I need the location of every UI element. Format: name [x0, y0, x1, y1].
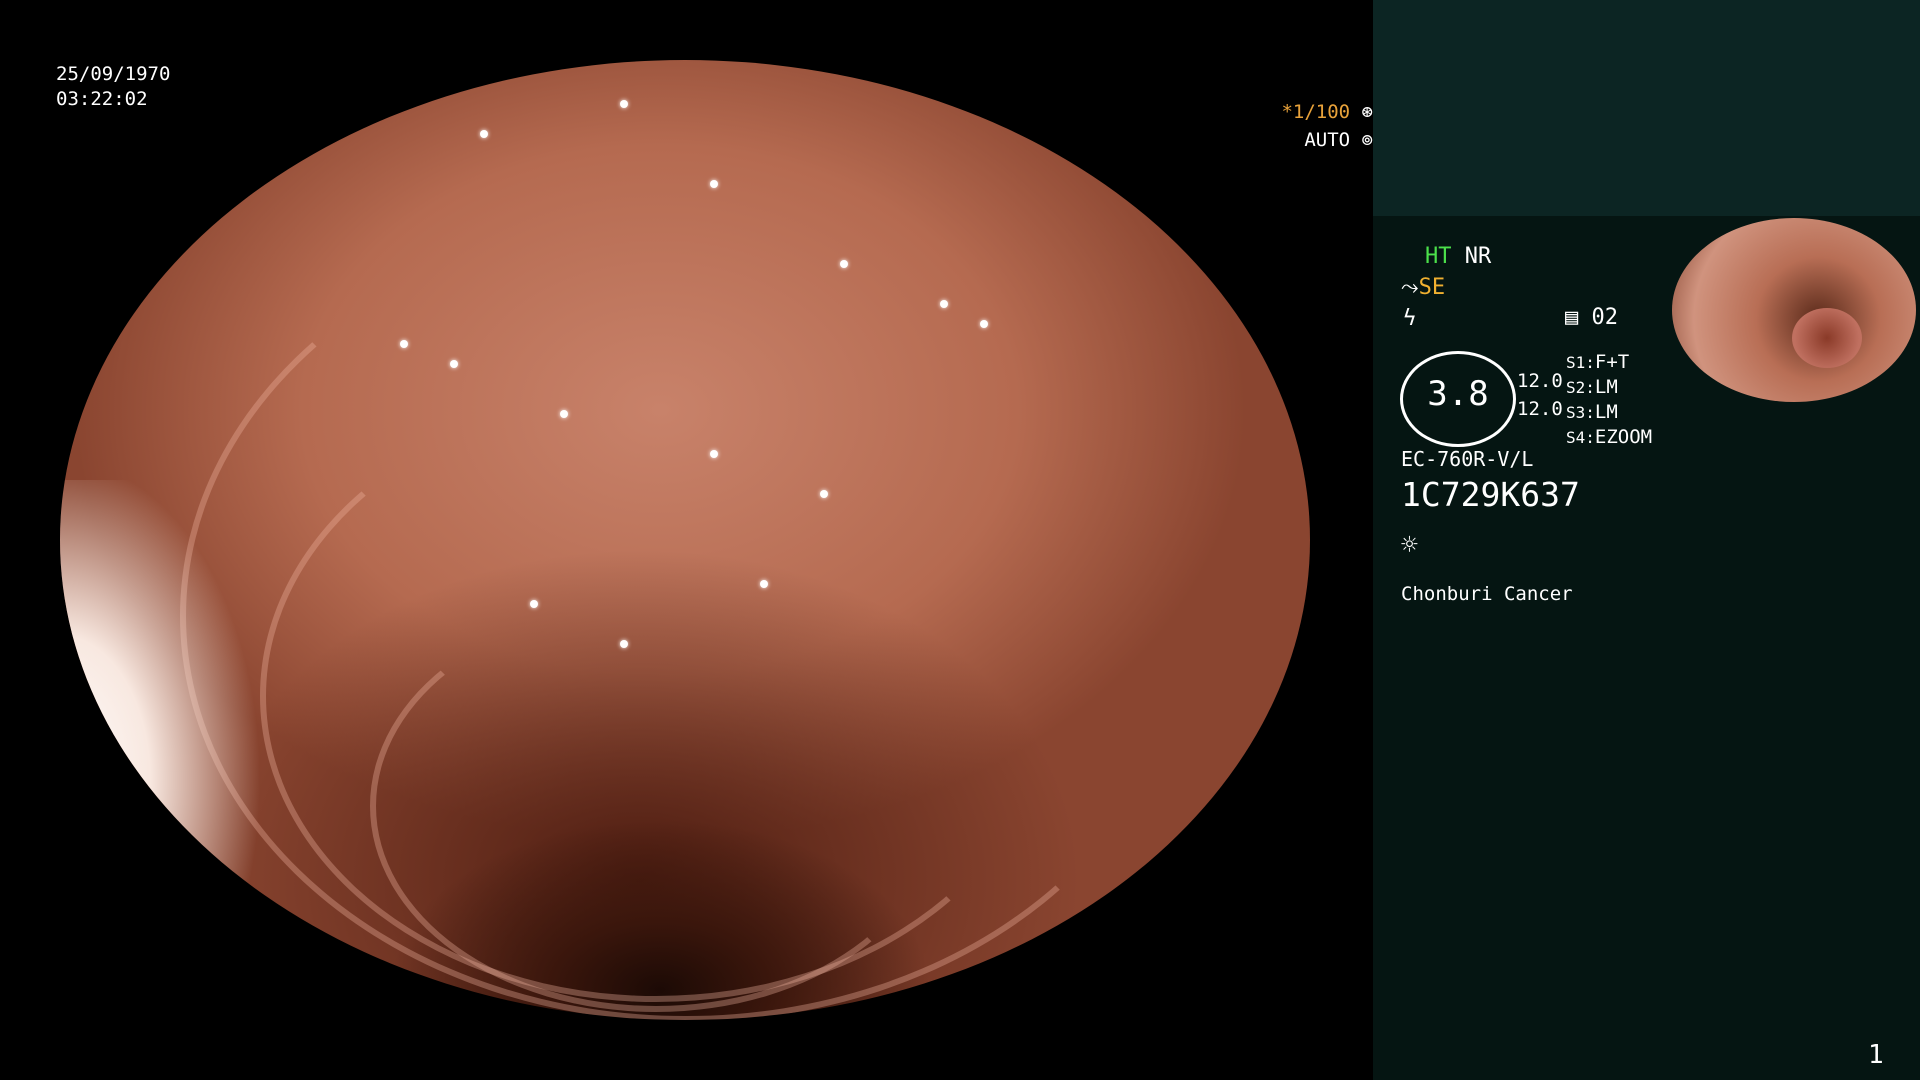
light-icon: ☼ — [1401, 528, 1418, 561]
memory-icon: ▤ — [1565, 305, 1579, 330]
endoscopic-image — [60, 60, 1310, 1020]
switch-value: F+T — [1594, 351, 1630, 373]
nr-label: NR — [1464, 244, 1492, 269]
endoscope-view: 25/09/1970 03:22:02 *1/100 ⊛ AUTO ⊚ — [0, 0, 1373, 1080]
info-panel — [1373, 0, 1920, 1080]
iris-icon: ⊚ — [1361, 129, 1373, 151]
ht-label: HT — [1425, 244, 1452, 269]
light-glare — [60, 480, 360, 1000]
lightning-icon: ϟ — [1403, 306, 1417, 331]
switch-list: S1:F+T S2:LM S3:LM S4:EZOOM — [1566, 350, 1652, 450]
value-1: 12.0 — [1517, 370, 1563, 392]
date-text: 25/09/1970 — [56, 63, 171, 85]
thumbnail-preview[interactable] — [1670, 216, 1920, 402]
value-2: 12.0 — [1517, 398, 1563, 420]
switch-value: LM — [1594, 401, 1618, 423]
panel-header — [1373, 0, 1920, 216]
counter-value: 02 — [1591, 305, 1619, 330]
page-number: 1 — [1868, 1040, 1884, 1070]
switch-key: S3: — [1566, 403, 1595, 422]
thumbnail-image — [1672, 218, 1916, 402]
scope-model: EC-760R-V/L — [1401, 447, 1534, 471]
counter-indicator: ▤ 02 — [1565, 305, 1618, 330]
exposure-info: *1/100 ⊛ AUTO ⊚ — [53, 98, 1373, 154]
shutter-text: *1/100 — [1281, 101, 1351, 123]
switch-value: LM — [1594, 376, 1618, 398]
aperture-icon: ⊛ — [1361, 101, 1373, 123]
scope-serial: 1C729K637 — [1401, 475, 1580, 514]
switch-key: S2: — [1566, 378, 1595, 397]
scope-tip-icon: ⤳ — [1401, 275, 1419, 300]
hospital-name: Chonburi Cancer — [1401, 583, 1573, 605]
switch-key: S1: — [1566, 353, 1595, 372]
ht-nr-indicator: HT NR — [1425, 244, 1491, 269]
switch-value: EZOOM — [1594, 426, 1653, 448]
mucosal-fold — [370, 600, 942, 1012]
iris-text: AUTO — [1304, 129, 1351, 151]
zoom-value: 3.8 — [1427, 374, 1489, 414]
zoom-indicator: 3.8 — [1400, 351, 1516, 447]
se-indicator: ⤳SE — [1401, 275, 1445, 300]
switch-key: S4: — [1566, 428, 1595, 447]
se-label: SE — [1418, 275, 1446, 300]
